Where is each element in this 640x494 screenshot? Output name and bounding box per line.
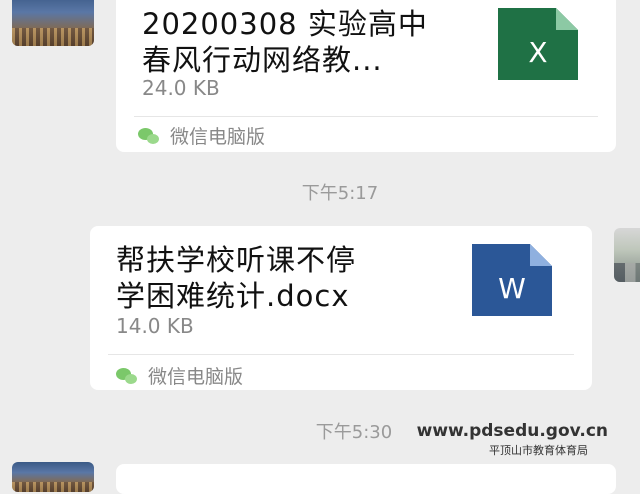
word-file-icon: W xyxy=(472,244,552,316)
file-size: 24.0 KB xyxy=(142,76,220,100)
watermark-org: 平顶山市教育体育局 xyxy=(489,444,588,457)
file-name: 20200308 实验高中 春风行动网络教... xyxy=(142,6,428,78)
file-name-line1: 帮扶学校听课不停 xyxy=(116,243,357,277)
excel-file-icon: X xyxy=(498,8,578,80)
file-icon-letter: W xyxy=(498,272,526,305)
source-label: 微信电脑版 xyxy=(116,362,243,389)
timestamp: 下午5:17 xyxy=(301,183,379,204)
wechat-icon xyxy=(138,127,160,144)
contact-avatar[interactable] xyxy=(12,0,94,46)
divider xyxy=(108,354,574,355)
source-text: 微信电脑版 xyxy=(148,366,244,388)
file-name: 帮扶学校听课不停 学困难统计.docx xyxy=(116,242,356,314)
contact-avatar[interactable] xyxy=(12,462,94,492)
file-name-line2: 学困难统计.docx xyxy=(116,279,350,313)
source-label: 微信电脑版 xyxy=(138,122,265,149)
file-name-line2: 春风行动网络教... xyxy=(142,43,383,77)
file-size: 14.0 KB xyxy=(116,314,194,338)
watermark-url: www.pdsedu.gov.cn xyxy=(416,421,608,441)
divider xyxy=(134,116,598,117)
message-card-partial[interactable] xyxy=(116,464,616,494)
file-message-card[interactable]: 20200308 实验高中 春风行动网络教... 24.0 KB X 微信电脑版 xyxy=(116,0,616,152)
file-icon-letter: X xyxy=(528,36,547,69)
file-name-line1: 20200308 实验高中 xyxy=(142,7,428,41)
wechat-icon xyxy=(116,367,138,384)
user-avatar[interactable] xyxy=(614,228,640,282)
source-text: 微信电脑版 xyxy=(170,126,266,148)
file-message-card[interactable]: 帮扶学校听课不停 学困难统计.docx 14.0 KB W 微信电脑版 xyxy=(90,226,592,390)
